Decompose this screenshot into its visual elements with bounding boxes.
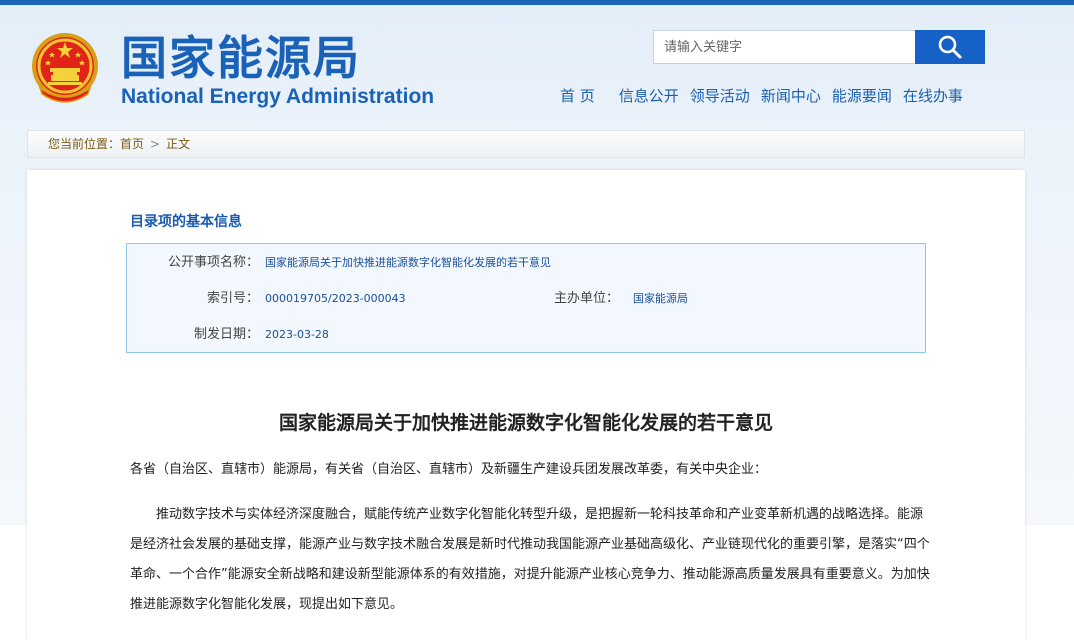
nav-item-energy-news[interactable]: 能源要闻 bbox=[832, 85, 892, 107]
unit-value: 国家能源局 bbox=[633, 292, 688, 305]
unit-label: 主办单位： bbox=[553, 291, 619, 306]
breadcrumb-bar: 您当前位置：首页 > 正文 bbox=[27, 130, 1025, 158]
breadcrumb-current: 正文 bbox=[166, 137, 191, 151]
article-addressee: 各省（自治区、直辖市）能源局，有关省（自治区、直辖市）及新疆生产建设兵团发展改革… bbox=[130, 462, 768, 477]
site-logo-chinese[interactable]: 国家能源局 bbox=[121, 30, 361, 86]
index-label: 索引号： bbox=[206, 291, 259, 306]
date-value: 2023-03-28 bbox=[265, 328, 329, 341]
nav-item-home[interactable]: 首 页 bbox=[560, 85, 595, 107]
nav-item-leadership[interactable]: 领导活动 bbox=[690, 85, 750, 107]
main-nav: 首 页 信息公开 领导活动 新闻中心 能源要闻 在线办事 bbox=[560, 85, 974, 107]
nav-item-info-disclosure[interactable]: 信息公开 bbox=[619, 85, 679, 107]
search-input[interactable] bbox=[653, 30, 915, 64]
name-label: 公开事项名称： bbox=[167, 255, 259, 270]
breadcrumb: 您当前位置：首页 > 正文 bbox=[48, 136, 190, 152]
info-section-title: 目录项的基本信息 bbox=[130, 214, 242, 230]
nav-item-news-center[interactable]: 新闻中心 bbox=[761, 85, 821, 107]
date-label: 制发日期： bbox=[193, 327, 259, 342]
breadcrumb-separator: > bbox=[150, 137, 161, 151]
search-button[interactable] bbox=[915, 30, 985, 64]
article-title: 国家能源局关于加快推进能源数字化智能化发展的若干意见 bbox=[278, 412, 773, 434]
breadcrumb-home-link[interactable]: 首页 bbox=[120, 137, 144, 151]
nav-item-online-services[interactable]: 在线办事 bbox=[903, 85, 963, 107]
index-value: 000019705/2023-000043 bbox=[265, 292, 406, 305]
breadcrumb-prefix: 您当前位置： bbox=[48, 137, 121, 151]
name-value: 国家能源局关于加快推进能源数字化智能化发展的若干意见 bbox=[265, 256, 551, 269]
search-icon bbox=[938, 35, 962, 59]
site-logo-english[interactable]: National Energy Administration bbox=[121, 84, 434, 110]
info-box: 公开事项名称： 国家能源局关于加快推进能源数字化智能化发展的若干意见 索引号： … bbox=[126, 243, 926, 353]
article-paragraph: 推动数字技术与实体经济深度融合，赋能传统产业数字化智能化转型升级，是把握新一轮科… bbox=[130, 507, 930, 612]
content-panel: 目录项的基本信息 公开事项名称： 国家能源局关于加快推进能源数字化智能化发展的若… bbox=[27, 170, 1025, 640]
national-emblem-icon bbox=[32, 33, 98, 103]
